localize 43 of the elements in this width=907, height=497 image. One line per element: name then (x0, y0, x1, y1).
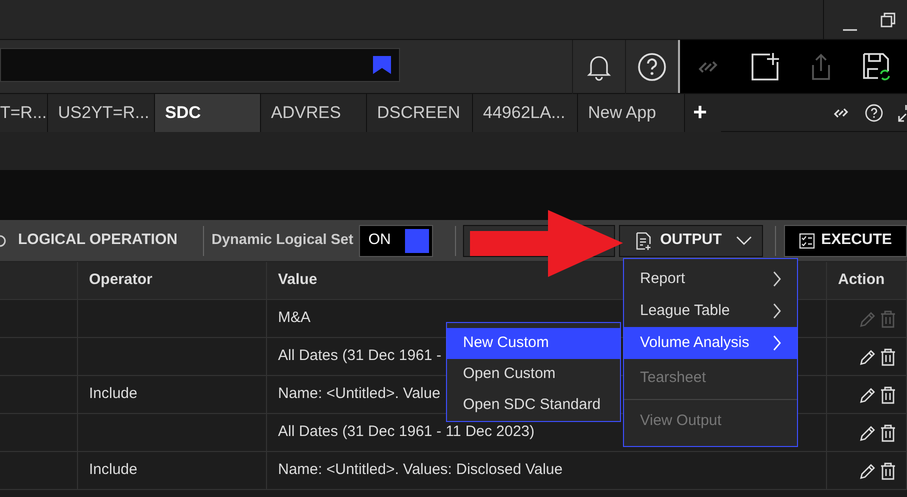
table-cell-text: All Dates (31 Dec 1961 - (278, 346, 442, 366)
menu-item[interactable]: Report (624, 263, 797, 295)
document-icon (636, 232, 652, 250)
tab[interactable]: ADVRES (261, 94, 367, 132)
output-button[interactable]: OUTPUT (619, 224, 764, 256)
execute-button[interactable]: EXECUTE (784, 224, 907, 256)
tab[interactable]: New App (578, 94, 685, 132)
pencil-icon[interactable] (859, 424, 876, 442)
new-document-icon[interactable] (750, 52, 780, 82)
search-field[interactable] (0, 48, 400, 82)
tab[interactable]: US2YT=R... (48, 94, 155, 132)
tab[interactable]: 44962LA... (473, 94, 578, 132)
checklist-icon (799, 232, 816, 248)
table-cell-text: All Dates (31 Dec 1961 - 11 Dec 2023) (278, 422, 535, 442)
chevron-right-icon (773, 303, 781, 319)
dynamic-logical-set-label: Dynamic Logical Set (212, 230, 354, 250)
expand-icon[interactable] (898, 104, 907, 122)
toggle-switch[interactable]: ON (359, 224, 433, 256)
bookmark-icon[interactable] (372, 55, 392, 75)
restore-icon (880, 12, 896, 28)
menu-item[interactable]: Volume Analysis (624, 327, 797, 359)
tab[interactable]: DSCREEN (367, 94, 473, 132)
save-sync-icon[interactable] (862, 52, 892, 82)
tab[interactable]: SDC (155, 94, 261, 132)
logical-operation-label[interactable]: LOGICAL OPERATION (18, 229, 178, 252)
menu-item[interactable]: Open Custom (447, 359, 620, 390)
chevron-right-icon (773, 335, 781, 351)
menu-item[interactable]: Open SDC Standard (447, 390, 620, 421)
table-cell-text: Name: <Untitled>. Values: Disclosed Value (278, 460, 563, 480)
table-cell-text: Include (89, 460, 138, 480)
table-cell-text: M&A (278, 308, 311, 328)
table-cell-text: Include (89, 384, 138, 404)
table-cell-text: Name: <Untitled>. Value (278, 384, 440, 404)
pencil-icon[interactable] (859, 462, 876, 480)
caret-icon (736, 236, 752, 246)
tab[interactable]: T=R... (0, 94, 48, 132)
column-header: Action (827, 262, 907, 299)
chevron-right-icon (773, 271, 781, 287)
column-header: Operator (78, 262, 267, 299)
pencil-icon[interactable] (859, 348, 876, 366)
pencil-icon[interactable] (859, 386, 876, 404)
minimize-icon (843, 29, 857, 31)
menu-item[interactable]: New Custom (447, 328, 620, 359)
